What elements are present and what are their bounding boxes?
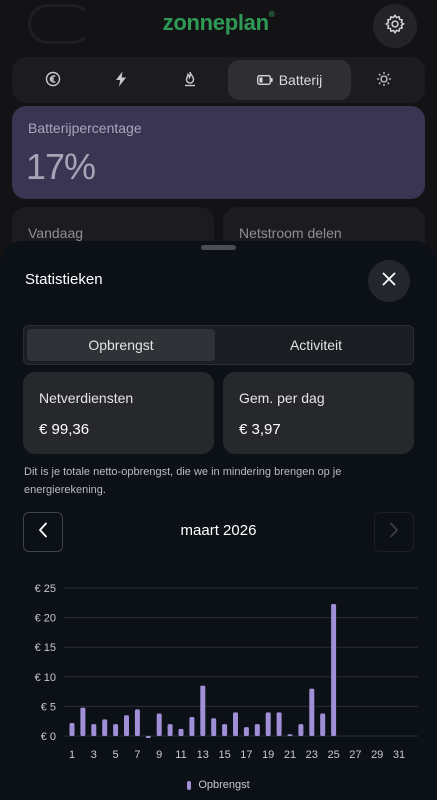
chart-bar bbox=[124, 715, 129, 736]
tab-electricity[interactable] bbox=[98, 60, 144, 100]
chart-bar bbox=[276, 712, 282, 736]
x-tick-label: 17 bbox=[240, 749, 252, 761]
brand-logo: zonneplan® bbox=[162, 10, 275, 35]
stat-label: Gem. per dag bbox=[239, 390, 325, 406]
chart-bar bbox=[91, 724, 97, 736]
x-tick-label: 15 bbox=[218, 749, 230, 761]
tab-solar[interactable] bbox=[361, 60, 407, 100]
x-tick-label: 19 bbox=[262, 749, 274, 761]
chart-bar bbox=[167, 724, 173, 736]
x-tick-label: 1 bbox=[69, 749, 75, 761]
chart-bar bbox=[265, 712, 271, 736]
y-tick-label: € 5 bbox=[41, 701, 56, 713]
x-tick-label: 31 bbox=[393, 749, 405, 761]
chart-bar bbox=[69, 722, 75, 736]
y-tick-label: € 10 bbox=[35, 672, 56, 684]
chart-bar bbox=[200, 685, 206, 736]
x-tick-label: 25 bbox=[327, 749, 339, 761]
chart-bar bbox=[222, 724, 228, 736]
lightning-icon bbox=[114, 71, 128, 90]
chart-bar bbox=[309, 688, 315, 736]
x-tick-label: 9 bbox=[156, 749, 162, 761]
tab-euro[interactable] bbox=[30, 60, 76, 100]
chart-bar bbox=[320, 713, 326, 736]
x-tick-label: 5 bbox=[113, 749, 119, 761]
x-tick-label: 7 bbox=[134, 749, 140, 761]
settings-button[interactable] bbox=[373, 4, 417, 48]
chart-bar bbox=[80, 707, 86, 736]
chart-bar bbox=[254, 724, 260, 736]
y-tick-label: € 15 bbox=[35, 642, 56, 654]
sheet-title: Statistieken bbox=[25, 271, 103, 288]
earnings-bar-chart: € 0€ 5€ 10€ 15€ 20€ 251 3 5 7 9 11 13 15 17 19 21 2… bbox=[35, 583, 418, 761]
chart-bar bbox=[243, 727, 249, 736]
flame-icon bbox=[183, 71, 197, 90]
stat-value: € 3,97 bbox=[239, 421, 281, 438]
sheet-drag-handle[interactable] bbox=[201, 245, 236, 250]
next-month-button[interactable] bbox=[374, 512, 414, 552]
segmented-control: Opbrengst Activiteit bbox=[23, 325, 414, 365]
statistics-sheet: Statistieken Opbrengst Activiteit Netver… bbox=[0, 241, 437, 800]
close-button[interactable] bbox=[368, 260, 410, 302]
segment-activiteit[interactable]: Activiteit bbox=[223, 329, 409, 361]
stat-label: Netverdiensten bbox=[39, 390, 134, 406]
battery-percentage-card[interactable]: Batterijpercentage 17% bbox=[12, 106, 425, 199]
category-tabbar: Batterij bbox=[12, 57, 425, 103]
chart-bar bbox=[178, 728, 184, 736]
app-header: zonneplan® bbox=[0, 0, 437, 52]
chart-bar bbox=[233, 712, 238, 736]
chart-bar bbox=[113, 724, 119, 736]
month-label: maart 2026 bbox=[180, 522, 257, 539]
tab-battery-label: Batterij bbox=[278, 72, 323, 88]
y-tick-label: € 0 bbox=[41, 731, 56, 743]
x-tick-label: 23 bbox=[306, 749, 318, 761]
today-label: Vandaag bbox=[28, 225, 84, 241]
gear-icon bbox=[384, 13, 406, 40]
x-tick-label: 27 bbox=[349, 749, 361, 761]
stat-card-netverdiensten: Netverdiensten € 99,36 bbox=[23, 372, 214, 454]
legend-swatch bbox=[187, 780, 192, 790]
chart-bar bbox=[156, 713, 162, 736]
tab-battery[interactable]: Batterij bbox=[228, 60, 351, 100]
sun-icon bbox=[376, 71, 392, 90]
description-text: Dit is je totale netto-opbrengst, die we… bbox=[24, 466, 342, 496]
stat-card-gem-per-dag: Gem. per dag € 3,97 bbox=[223, 372, 414, 454]
x-tick-label: 13 bbox=[197, 749, 209, 761]
battery-icon bbox=[256, 72, 273, 88]
x-tick-label: 11 bbox=[175, 749, 186, 761]
y-tick-label: € 20 bbox=[35, 613, 56, 625]
chart-legend: Opbrengst bbox=[0, 779, 437, 791]
battery-percentage-value: 17% bbox=[26, 146, 96, 187]
chart-bar bbox=[102, 719, 108, 736]
netstroom-label: Netstroom delen bbox=[239, 225, 342, 241]
legend-label: Opbrengst bbox=[198, 779, 250, 791]
euro-icon bbox=[45, 71, 61, 90]
x-tick-label: 21 bbox=[284, 749, 296, 761]
chart-bar bbox=[145, 736, 151, 738]
chart-bar bbox=[211, 718, 217, 736]
battery-percentage-label: Batterijpercentage bbox=[28, 120, 142, 136]
x-tick-label: 29 bbox=[371, 749, 383, 761]
chart-bar bbox=[287, 734, 293, 736]
segment-opbrengst[interactable]: Opbrengst bbox=[27, 329, 215, 361]
stat-value: € 99,36 bbox=[39, 421, 90, 438]
chart-bar bbox=[298, 724, 304, 736]
x-tick-label: 3 bbox=[91, 749, 97, 761]
chart-bar bbox=[189, 717, 195, 736]
y-tick-label: € 25 bbox=[35, 583, 56, 595]
close-icon bbox=[382, 272, 396, 291]
chevron-right-icon bbox=[389, 522, 399, 543]
chart-bar bbox=[134, 709, 140, 736]
tab-gas[interactable] bbox=[167, 60, 213, 100]
chart-bar bbox=[331, 603, 337, 736]
